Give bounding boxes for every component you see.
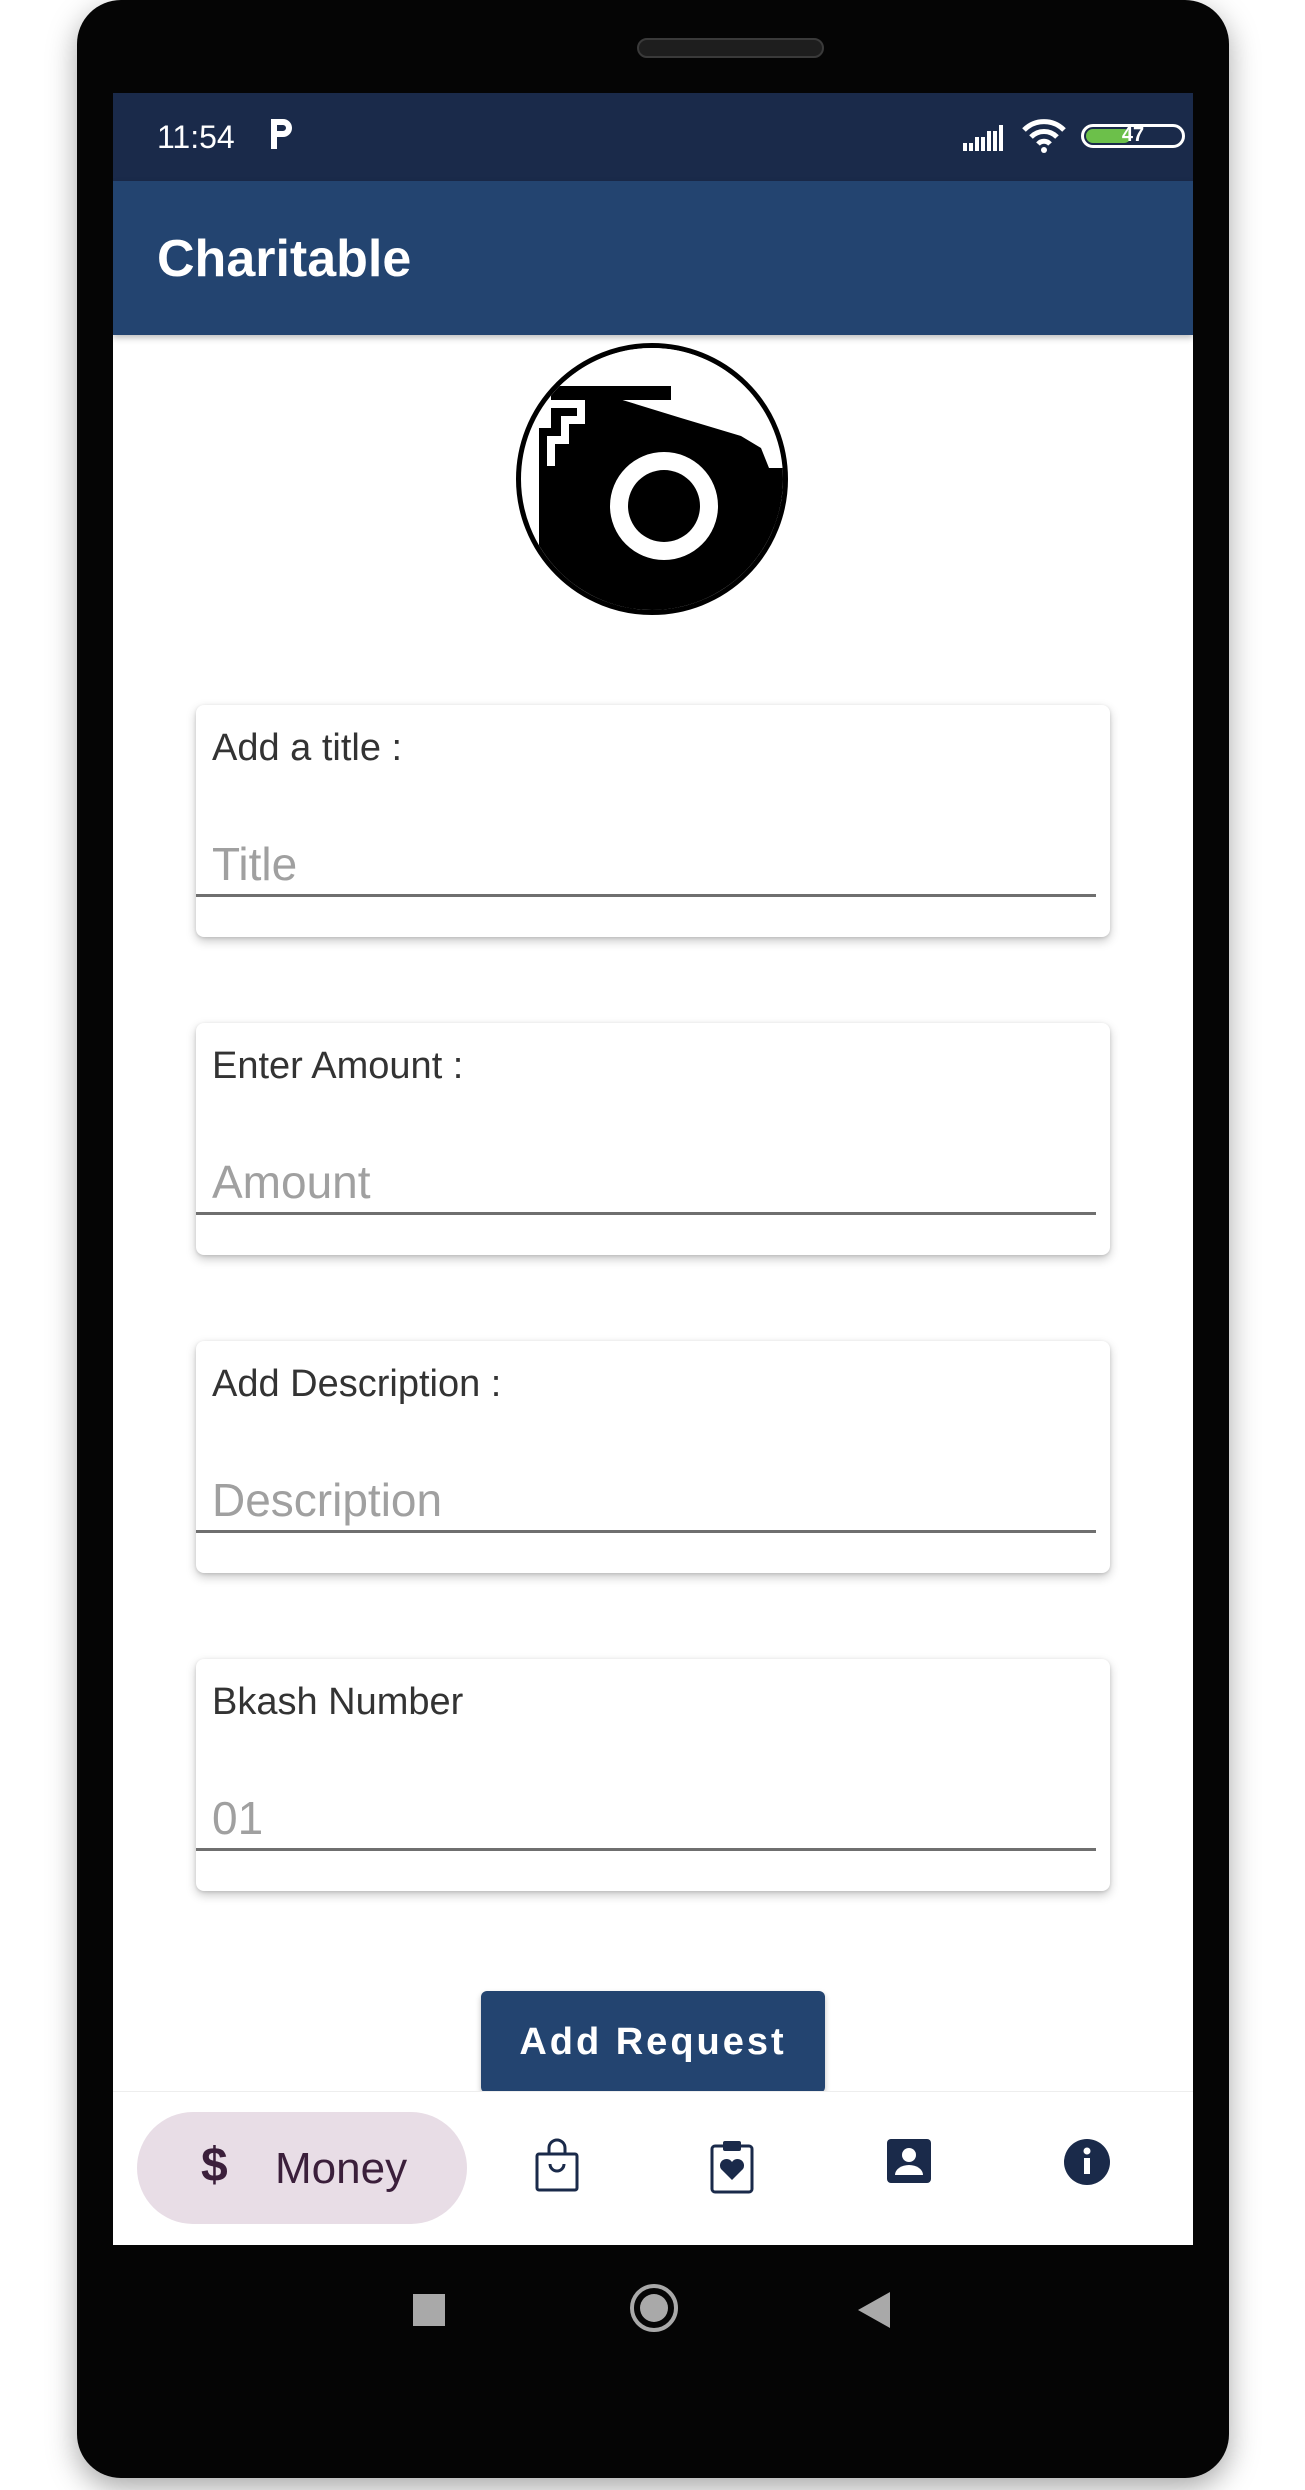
bkash-label: Bkash Number (212, 1681, 464, 1723)
bkash-card: Bkash Number (196, 1659, 1110, 1891)
wifi-icon (1022, 119, 1066, 153)
info-icon[interactable] (1063, 2138, 1111, 2186)
signal-icon (963, 125, 1003, 151)
home-button[interactable] (630, 2284, 678, 2332)
nav-item-money[interactable]: $ Money (137, 2112, 467, 2224)
bottom-navigation: $ Money (113, 2091, 1193, 2245)
amount-card: Enter Amount : (196, 1023, 1110, 1255)
recents-button[interactable] (413, 2294, 445, 2326)
title-input[interactable] (196, 833, 1096, 897)
title-label: Add a title : (212, 727, 403, 769)
title-card: Add a title : (196, 705, 1110, 937)
phone-speaker (637, 38, 824, 58)
description-label: Add Description : (212, 1363, 502, 1405)
app-bar: Charitable (113, 181, 1193, 335)
description-card: Add Description : (196, 1341, 1110, 1573)
photo-picker[interactable] (516, 343, 788, 615)
clipboard-heart-icon[interactable] (709, 2138, 755, 2194)
back-button[interactable] (858, 2292, 890, 2328)
shopping-bag-icon[interactable] (533, 2138, 581, 2194)
status-time: 11:54 (157, 119, 235, 155)
bkash-input[interactable] (196, 1787, 1096, 1851)
camera-icon (521, 348, 783, 610)
contact-icon[interactable] (886, 2138, 932, 2184)
app-title: Charitable (157, 230, 412, 288)
notification-p-icon (271, 119, 292, 149)
status-bar: 11:54 47 (113, 93, 1193, 181)
battery-percent: 47 (1121, 124, 1145, 146)
add-request-button[interactable]: Add Request (481, 1991, 825, 2093)
money-icon: $ (201, 2139, 228, 2192)
amount-label: Enter Amount : (212, 1045, 464, 1087)
amount-input[interactable] (196, 1151, 1096, 1215)
nav-item-money-label: Money (275, 2144, 408, 2193)
app-screen: 11:54 47 Charitable Add a title: Title … (113, 93, 1193, 2245)
battery-icon: 47 (1081, 124, 1185, 148)
description-input[interactable] (196, 1469, 1096, 1533)
